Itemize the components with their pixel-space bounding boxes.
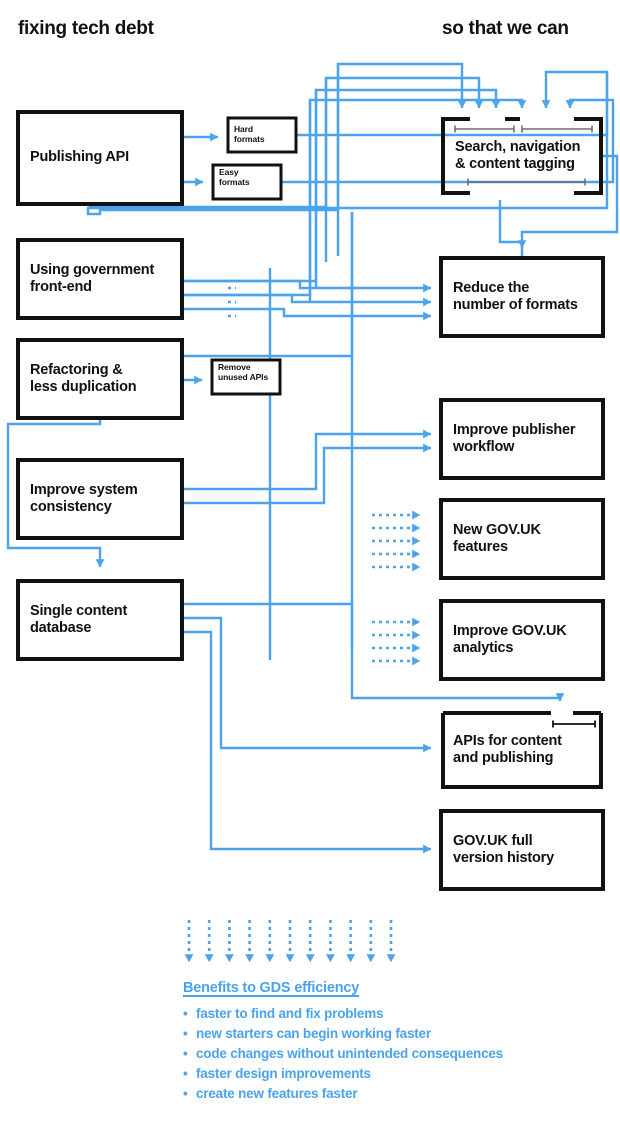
- node-label: Improve system consistency: [30, 481, 138, 515]
- node-improve-govuk-analytics[interactable]: Improve GOV.UK analytics: [441, 601, 603, 679]
- node-label: Hard formats: [234, 124, 265, 144]
- node-label: Search, navigation & content tagging: [455, 138, 581, 172]
- node-improve-system-consistency[interactable]: Improve system consistency: [18, 460, 182, 538]
- node-label: Improve GOV.UK analytics: [453, 622, 567, 656]
- benefit-item: create new features faster: [183, 1084, 613, 1104]
- node-label: Refactoring & less duplication: [30, 361, 137, 395]
- node-label: Single content database: [30, 602, 128, 636]
- benefits-block: Benefits to GDS efficiency faster to fin…: [183, 980, 613, 1104]
- node-publishing-api[interactable]: Publishing API: [18, 112, 182, 204]
- node-refactoring-less-duplication[interactable]: Refactoring & less duplication: [18, 340, 182, 418]
- node-label: Remove unused APIs: [218, 362, 269, 382]
- node-new-govuk-features[interactable]: New GOV.UK features: [441, 500, 603, 578]
- page-title-right: so that we can: [442, 18, 569, 39]
- node-single-content-database[interactable]: Single content database: [18, 581, 182, 659]
- node-apis-for-content-and-publishing[interactable]: APIs for content and publishing: [441, 711, 603, 789]
- node-remove-unused-apis[interactable]: Remove unused APIs: [212, 360, 280, 394]
- node-using-government-frontend[interactable]: Using government front-end: [18, 240, 182, 318]
- benefits-title: Benefits to GDS efficiency: [183, 980, 360, 996]
- node-easy-formats[interactable]: Easy formats: [213, 165, 281, 199]
- node-hard-formats[interactable]: Hard formats: [228, 118, 296, 152]
- node-reduce-number-of-formats[interactable]: Reduce the number of formats: [441, 258, 603, 336]
- node-label: Improve publisher workflow: [453, 421, 576, 455]
- benefit-item: new starters can begin working faster: [183, 1024, 613, 1044]
- benefits-list: faster to find and fix problemsnew start…: [183, 1004, 613, 1104]
- diagram-canvas: fixing tech debt so that we can Publishi…: [0, 0, 620, 1131]
- page-title-left: fixing tech debt: [18, 18, 154, 39]
- benefit-item: faster design improvements: [183, 1064, 613, 1084]
- benefit-item: code changes without unintended conseque…: [183, 1044, 613, 1064]
- node-label: GOV.UK full version history: [453, 832, 554, 866]
- node-label: APIs for content and publishing: [453, 732, 562, 766]
- node-label: Using government front-end: [30, 261, 155, 295]
- node-govuk-full-version-history[interactable]: GOV.UK full version history: [441, 811, 603, 889]
- node-label: Easy formats: [219, 167, 250, 187]
- node-label: Reduce the number of formats: [453, 279, 578, 313]
- node-label: Publishing API: [30, 149, 129, 166]
- benefit-item: faster to find and fix problems: [183, 1004, 613, 1024]
- node-improve-publisher-workflow[interactable]: Improve publisher workflow: [441, 400, 603, 478]
- node-search-navigation-content-tagging[interactable]: Search, navigation & content tagging: [441, 117, 603, 195]
- node-label: New GOV.UK features: [453, 521, 541, 555]
